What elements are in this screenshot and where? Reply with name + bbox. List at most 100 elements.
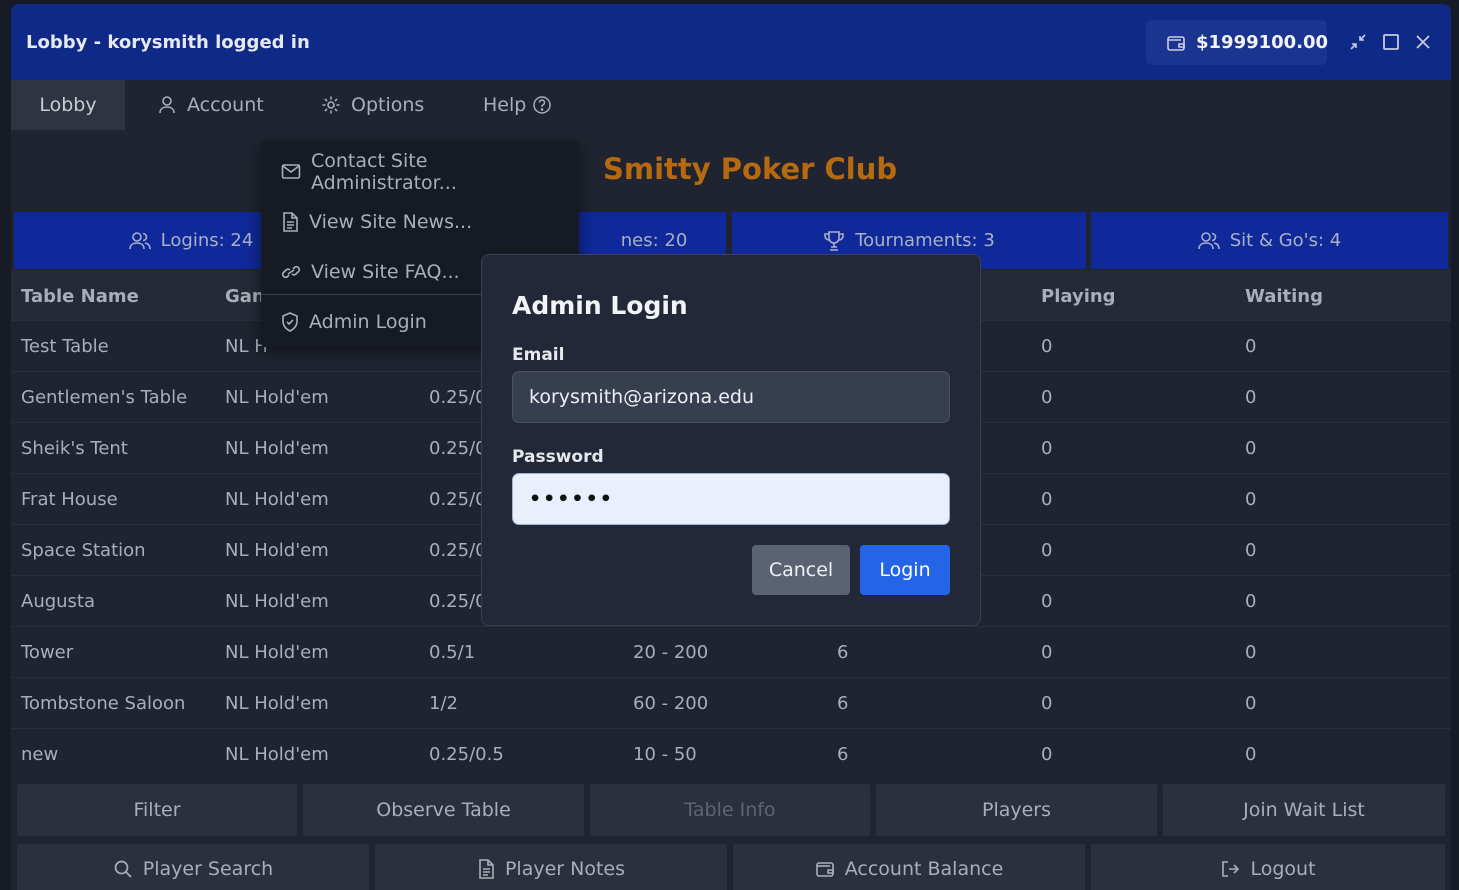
cell-playing: 0 xyxy=(1041,336,1053,357)
player-search-button[interactable]: Player Search xyxy=(17,844,369,890)
logout-label: Logout xyxy=(1250,858,1316,880)
observe-table-button[interactable]: Observe Table xyxy=(303,784,584,836)
cell-seats: 6 xyxy=(837,744,849,765)
cell-playing: 0 xyxy=(1041,744,1053,765)
cell-waiting: 0 xyxy=(1245,438,1257,459)
menu-account[interactable]: Account xyxy=(157,80,264,130)
menu-help[interactable]: Help xyxy=(483,80,552,130)
cell-stakes: 0.25/0.5 xyxy=(429,744,504,765)
cell-buyin: 60 - 200 xyxy=(633,693,709,714)
envelope-icon xyxy=(281,164,301,179)
filter-button[interactable]: Filter xyxy=(17,784,297,836)
menu-bar: Lobby Account Options Help xyxy=(11,80,1451,130)
site-faq-label: View Site FAQ... xyxy=(311,261,460,283)
square-icon xyxy=(1383,34,1399,50)
cell-playing: 0 xyxy=(1041,693,1053,714)
cell-waiting: 0 xyxy=(1245,642,1257,663)
document-icon xyxy=(283,212,298,232)
cell-waiting: 0 xyxy=(1245,693,1257,714)
join-wait-list-button[interactable]: Join Wait List xyxy=(1163,784,1445,836)
table-row[interactable]: Tower NL Hold'em 0.5/1 20 - 200 6 0 0 xyxy=(11,626,1451,677)
cell-table-name: Sheik's Tent xyxy=(21,438,128,459)
menu-lobby[interactable]: Lobby xyxy=(11,80,125,130)
cell-buyin: 20 - 200 xyxy=(633,642,709,663)
cell-table-name: new xyxy=(21,744,59,765)
close-window-button[interactable] xyxy=(1413,32,1433,52)
dialog-title: Admin Login xyxy=(512,291,688,320)
menu-options[interactable]: Options xyxy=(321,80,424,130)
cell-playing: 0 xyxy=(1041,438,1053,459)
cell-stakes: 0.5/1 xyxy=(429,642,476,663)
cell-waiting: 0 xyxy=(1245,744,1257,765)
cell-playing: 0 xyxy=(1041,591,1053,612)
cell-table-name: Tombstone Saloon xyxy=(21,693,186,714)
cell-stakes: 0.25/0 xyxy=(429,591,487,612)
login-button[interactable]: Login xyxy=(860,545,950,595)
cell-waiting: 0 xyxy=(1245,336,1257,357)
cell-table-name: Space Station xyxy=(21,540,146,561)
club-title: Smitty Poker Club xyxy=(603,152,898,186)
cell-stakes: 0.25/0 xyxy=(429,489,487,510)
table-info-button[interactable]: Table Info xyxy=(590,784,870,836)
col-table-name[interactable]: Table Name xyxy=(21,286,139,307)
email-label: Email xyxy=(512,345,565,365)
table-row[interactable]: new NL Hold'em 0.25/0.5 10 - 50 6 0 0 xyxy=(11,728,1451,779)
admin-login-item-label: Admin Login xyxy=(309,311,427,333)
account-balance-label: Account Balance xyxy=(844,858,1004,880)
gear-icon xyxy=(322,96,340,114)
col-game[interactable]: Gan xyxy=(225,286,265,307)
menu-account-label: Account xyxy=(187,94,264,116)
cancel-button[interactable]: Cancel xyxy=(752,545,850,595)
cell-table-name: Augusta xyxy=(21,591,96,612)
dropdown-site-news[interactable]: View Site News... xyxy=(261,197,579,247)
table-row[interactable]: Tombstone Saloon NL Hold'em 1/2 60 - 200 6 0 0 xyxy=(11,677,1451,728)
window-title: Lobby - korysmith logged in xyxy=(26,32,310,53)
col-waiting[interactable]: Waiting xyxy=(1245,286,1323,307)
password-field[interactable]: •••••• xyxy=(512,473,950,525)
players-button[interactable]: Players xyxy=(876,784,1157,836)
player-notes-label: Player Notes xyxy=(504,858,626,880)
actions-row-2: Player Search Player Notes Account Balan… xyxy=(11,844,1451,890)
actions-row-1: Filter Observe Table Table Info Players … xyxy=(11,782,1451,840)
cell-game: NL Hold'em xyxy=(225,387,329,408)
admin-login-dialog: Admin Login Email korysmith@arizona.edu … xyxy=(481,254,981,626)
stat-sitngos[interactable]: Sit & Go's: 4 xyxy=(1091,212,1448,269)
cell-stakes: 0.25/0 xyxy=(429,540,487,561)
menu-options-label: Options xyxy=(351,94,425,116)
account-balance-button[interactable]: Account Balance xyxy=(733,844,1085,890)
maximize-window-button[interactable] xyxy=(1381,32,1401,52)
cell-table-name: Test Table xyxy=(21,336,109,357)
cell-waiting: 0 xyxy=(1245,540,1257,561)
cell-table-name: Frat House xyxy=(21,489,118,510)
cell-game: NL Hold'em xyxy=(225,642,329,663)
email-field[interactable]: korysmith@arizona.edu xyxy=(512,371,950,423)
search-icon xyxy=(114,860,132,878)
stat-logins-label: Logins: 24 xyxy=(160,230,254,251)
cell-seats: 6 xyxy=(837,693,849,714)
trophy-icon xyxy=(824,230,845,251)
stat-sitngos-label: Sit & Go's: 4 xyxy=(1229,230,1342,251)
stat-games-label: nes: 20 xyxy=(620,230,688,251)
restore-window-button[interactable] xyxy=(1348,32,1368,52)
cell-playing: 0 xyxy=(1041,489,1053,510)
logout-button[interactable]: Logout xyxy=(1091,844,1445,890)
users-icon xyxy=(128,231,151,249)
balance-pill[interactable]: $1999100.00 xyxy=(1146,20,1329,65)
cell-game: NL Hold'em xyxy=(225,540,329,561)
player-notes-button[interactable]: Player Notes xyxy=(375,844,727,890)
title-bar: Lobby - korysmith logged in $1999100.00 xyxy=(11,4,1451,80)
balance-amount: $1999100.00 xyxy=(1196,32,1329,53)
cell-game: NL Hold'em xyxy=(225,744,329,765)
col-playing[interactable]: Playing xyxy=(1041,286,1116,307)
users-icon xyxy=(1197,231,1220,249)
link-icon xyxy=(281,265,301,279)
cell-game: NL Hold'em xyxy=(225,438,329,459)
user-icon xyxy=(159,96,175,114)
menu-lobby-label: Lobby xyxy=(39,94,97,116)
cell-stakes: 1/2 xyxy=(429,693,458,714)
shield-icon xyxy=(282,312,298,332)
cell-buyin: 10 - 50 xyxy=(633,744,697,765)
dropdown-contact-admin[interactable]: Contact Site Administrator... xyxy=(261,147,579,197)
password-label: Password xyxy=(512,447,604,467)
menu-help-label: Help xyxy=(483,94,527,116)
